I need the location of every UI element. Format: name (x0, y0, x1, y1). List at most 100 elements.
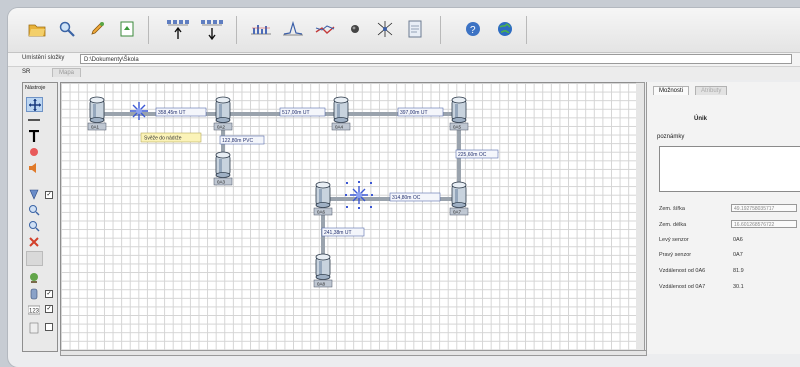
pipe-length-label: 397,00m UT (397, 107, 444, 117)
tank-node-label: 0A5 (453, 125, 462, 130)
network-canvas[interactable]: Svěže do nádrže 358,45m UT 517,00m UT 397,… (60, 82, 638, 352)
path-label: Umístění složky (22, 55, 65, 61)
chart-bars-icon[interactable] (248, 16, 274, 42)
prop-label: Vzdálenost od 0A6 (659, 268, 706, 274)
move-tool-icon[interactable] (26, 97, 43, 112)
leak-marker-selected[interactable] (345, 181, 373, 209)
distance-right-value: 30.1 (733, 284, 744, 290)
delete-tool-icon[interactable] (26, 235, 41, 248)
sensor-tool-icon[interactable] (26, 187, 41, 200)
tank-node[interactable]: 0A1 (87, 96, 107, 131)
tank-node-label: 0A4 (335, 125, 344, 130)
pipe-length-text: 314,80m OC (392, 195, 421, 201)
prop-label: Vzdálenost od 0A7 (659, 284, 706, 290)
distance-left-value: 81.9 (733, 268, 744, 274)
line-tool-icon[interactable] (26, 113, 41, 126)
tank-node-label: 0A6 (317, 210, 326, 215)
network-up-icon[interactable] (164, 16, 194, 42)
pipe-length-text: 397,00m UT (400, 110, 428, 116)
pipe-length-label: 241,38m UT (321, 227, 365, 237)
tank-node[interactable]: 0A2 (213, 96, 233, 131)
tools-title: Nástroje (25, 85, 46, 91)
blank-tool-icon[interactable] (26, 251, 43, 266)
text-tool-icon[interactable] (26, 129, 41, 142)
tab-sr[interactable]: SR (22, 69, 30, 75)
zoom-out-icon[interactable] (26, 219, 41, 232)
tooltip-text: Svěže do nádrže (144, 136, 182, 142)
tank-node[interactable]: 0A5 (449, 96, 469, 131)
globe-icon[interactable] (492, 16, 518, 42)
section-title: Únik (694, 116, 708, 122)
properties-panel: Možnosti Atributy Únik poznámky Zem. šíř… (646, 82, 800, 354)
leak-tooltip: Svěže do nádrže (140, 132, 202, 143)
canvas-horizontal-scrollbar[interactable] (60, 350, 647, 356)
network-down-icon[interactable] (198, 16, 228, 42)
network-graph: Svěže do nádrže 358,45m UT 517,00m UT 397,… (87, 96, 499, 288)
pipe-length-label: 122,80m PVC (219, 135, 265, 145)
prop-label: Levý senzor (659, 237, 689, 243)
tank-node-label: 0A2 (217, 125, 226, 130)
longitude-field[interactable]: 16.601268576722 (731, 220, 797, 228)
tank-node[interactable]: 0A4 (331, 96, 351, 131)
tab-atributy[interactable]: Atributy (695, 86, 728, 95)
pipe-length-text: 241,38m UT (324, 230, 352, 236)
pipe-length-label: 517,00m UT (279, 107, 326, 117)
main-toolbar: ? (8, 8, 800, 53)
svg-text:?: ? (470, 25, 476, 36)
notes-label: poznámky (657, 134, 685, 140)
pipe-length-label: 358,45m UT (155, 107, 207, 117)
canvas-vertical-scrollbar[interactable] (636, 82, 645, 352)
tank-node[interactable]: 0A3 (213, 151, 233, 186)
number-visibility-checkbox[interactable]: ✓ (45, 305, 53, 313)
prop-label: Zem. šířka (659, 206, 685, 212)
tank-node[interactable]: 0A8 (313, 253, 333, 288)
right-sensor-value: 0A7 (733, 252, 743, 258)
dot-icon[interactable] (342, 16, 368, 42)
notes-textarea[interactable] (659, 146, 800, 192)
path-row: Umístění složky D:\Dokumenty\Škola (8, 53, 800, 67)
latitude-field[interactable]: 49.192758035717 (731, 204, 797, 212)
layer-tool-icon[interactable] (26, 271, 41, 284)
prop-label: Zem. délka (659, 222, 687, 228)
tank-node[interactable]: 0A7 (449, 181, 469, 216)
tank-node-label: 0A1 (91, 125, 100, 130)
left-sensor-value: 0A6 (733, 237, 743, 243)
view-tabs: SR Mapa (8, 67, 800, 80)
number-tool-icon[interactable]: 123 (26, 303, 41, 316)
tank-node[interactable]: 0A6 (313, 181, 333, 216)
pipe-length-text: 122,80m PVC (222, 138, 254, 144)
tab-moznosti[interactable]: Možnosti (653, 86, 690, 95)
leak-marker[interactable] (130, 102, 148, 120)
pipe-length-text: 358,45m UT (158, 110, 186, 116)
zoom-in-icon[interactable] (26, 203, 41, 216)
application-window: ? Umístění složky D:\Dokumenty\Škola SR … (8, 8, 800, 367)
speaker-tool-icon[interactable] (26, 161, 41, 174)
pipe-length-text: 225,60m OC (458, 152, 487, 158)
path-field[interactable]: D:\Dokumenty\Škola (80, 54, 792, 64)
sensor-visibility-checkbox[interactable]: ✓ (45, 191, 53, 199)
tank-node-label: 0A8 (317, 282, 326, 287)
chart-line-icon[interactable] (312, 16, 338, 42)
search-icon[interactable] (54, 16, 80, 42)
tools-panel: Nástroje ✓ ✓ 123 ✓ (22, 82, 58, 352)
leak-tool-icon[interactable] (26, 145, 41, 158)
svg-text:123: 123 (29, 308, 40, 314)
tank-node-label: 0A7 (453, 210, 462, 215)
help-icon[interactable]: ? (460, 16, 486, 42)
chart-peak-icon[interactable] (280, 16, 306, 42)
network-star-icon[interactable] (372, 16, 398, 42)
tank-tool-icon[interactable] (26, 287, 41, 300)
page-visibility-checkbox[interactable] (45, 323, 53, 331)
tank-visibility-checkbox[interactable]: ✓ (45, 290, 53, 298)
tank-node-label: 0A3 (217, 180, 226, 185)
prop-label: Pravý senzor (659, 252, 692, 258)
pipe-length-label: 225,60m OC (455, 149, 499, 159)
pipe-length-label: 314,80m OC (389, 192, 441, 202)
page-tool-icon[interactable] (26, 321, 41, 334)
tab-mapa[interactable]: Mapa (52, 68, 82, 77)
pen-icon[interactable] (84, 16, 110, 42)
pipe-length-text: 517,00m UT (282, 110, 310, 116)
open-folder-icon[interactable] (24, 16, 50, 42)
export-icon[interactable] (114, 16, 140, 42)
document-icon[interactable] (402, 16, 428, 42)
